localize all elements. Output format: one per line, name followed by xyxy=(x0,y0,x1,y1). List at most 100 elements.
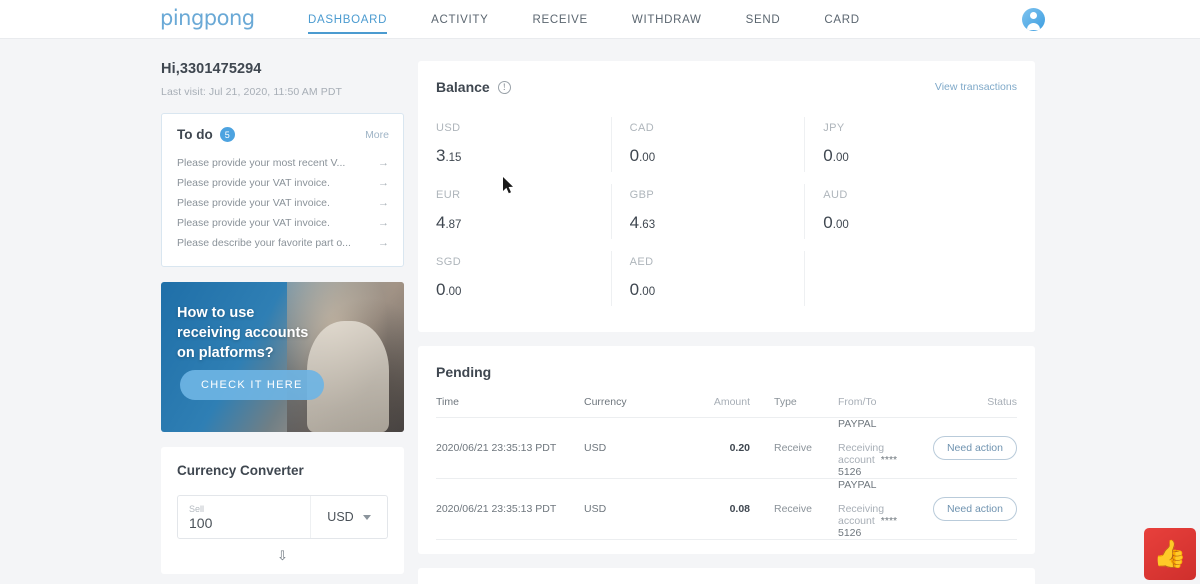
column-header-status: Status xyxy=(987,396,1017,408)
need-action-button[interactable]: Need action xyxy=(932,497,1017,521)
swap-arrows-icon[interactable]: ⇩ xyxy=(177,548,388,564)
todo-item-label: Please provide your VAT invoice. xyxy=(177,217,330,229)
todo-title: To do xyxy=(177,127,213,142)
list-item[interactable]: Please provide your most recent V... → xyxy=(177,153,389,173)
sell-value: 100 xyxy=(189,514,213,531)
dashboard-page: pingpong DASHBOARD ACTIVITY RECEIVE WITH… xyxy=(0,0,1200,584)
cell-currency: USD xyxy=(584,442,607,454)
pending-card: Pending Time Currency Amount Type From/T… xyxy=(418,346,1035,554)
list-item[interactable]: Please provide your VAT invoice. → xyxy=(177,193,389,213)
balance-dec: .63 xyxy=(639,219,656,231)
balance-cell-sgd: SGD 0.00 xyxy=(436,245,630,312)
balance-history-card: Balance history More xyxy=(418,568,1035,584)
pingpong-logo[interactable]: pingpong xyxy=(160,6,255,30)
cell-time: 2020/06/21 23:35:13 PDT xyxy=(436,442,557,454)
balance-int: 0 xyxy=(823,213,833,232)
nav-item-receive[interactable]: RECEIVE xyxy=(533,0,588,39)
promo-line-1: How to use xyxy=(177,305,255,321)
check-it-here-button[interactable]: CHECK IT HERE xyxy=(180,370,324,400)
balance-currency-code: GBP xyxy=(629,189,655,201)
todo-item-label: Please provide your VAT invoice. xyxy=(177,177,330,189)
list-item[interactable]: Please provide your VAT invoice. → xyxy=(177,173,389,193)
promo-banner-text: How to use receiving accounts on platfor… xyxy=(177,304,308,364)
column-header-type: Type xyxy=(774,396,797,408)
pending-card-header: Pending xyxy=(418,346,1035,380)
from-to-account: Receiving account **** 5126 xyxy=(838,503,913,539)
promo-banner[interactable]: How to use receiving accounts on platfor… xyxy=(161,282,404,432)
from-to-account: Receiving account **** 5126 xyxy=(838,442,913,478)
balance-cell-jpy: JPY 0.00 xyxy=(823,111,1017,178)
balance-amount: 0.00 xyxy=(823,213,1017,233)
sell-currency-select[interactable]: USD xyxy=(310,496,387,538)
sell-currency-label: USD xyxy=(327,510,354,524)
todo-list: Please provide your most recent V... → P… xyxy=(177,153,389,253)
converter-sell-row: Sell 100 USD xyxy=(177,495,388,539)
todo-more-link[interactable]: More xyxy=(365,129,389,141)
list-item[interactable]: Please describe your favorite part o... … xyxy=(177,233,389,253)
sell-label: Sell xyxy=(189,503,205,514)
balance-history-header: Balance history More xyxy=(418,568,1035,584)
nav-item-dashboard[interactable]: DASHBOARD xyxy=(308,0,388,39)
balance-currency-code: AED xyxy=(629,256,654,268)
nav-item-send[interactable]: SEND xyxy=(746,0,781,39)
sidebar-column: Hi,3301475294 Last visit: Jul 21, 2020, … xyxy=(161,61,404,574)
todo-item-label: Please provide your VAT invoice. xyxy=(177,197,330,209)
balance-card-header: Balance ! View transactions xyxy=(418,61,1035,95)
column-header-currency: Currency xyxy=(584,396,627,408)
balance-currency-code: JPY xyxy=(823,122,845,134)
todo-card: To do 5 More Please provide your most re… xyxy=(161,113,404,267)
balance-currency-code: USD xyxy=(436,122,461,134)
currency-converter-title: Currency Converter xyxy=(177,463,304,478)
arrow-right-icon: → xyxy=(378,157,389,169)
balance-currency-code: SGD xyxy=(436,256,462,268)
pending-table: Time Currency Amount Type From/To Status… xyxy=(418,380,1035,554)
cell-status: Need action xyxy=(913,436,1017,460)
balance-dec: .00 xyxy=(639,152,656,164)
balance-amount: 0.00 xyxy=(436,280,630,300)
avatar-body-shape xyxy=(1027,23,1040,30)
thumbs-up-icon[interactable]: 👍 xyxy=(1144,528,1196,580)
nav-item-card[interactable]: CARD xyxy=(824,0,859,39)
card-gap xyxy=(418,554,1035,568)
pending-table-header: Time Currency Amount Type From/To Status xyxy=(436,380,1017,418)
cell-time: 2020/06/21 23:35:13 PDT xyxy=(436,503,557,515)
need-action-button[interactable]: Need action xyxy=(932,436,1017,460)
view-transactions-link[interactable]: View transactions xyxy=(935,81,1017,93)
promo-line-2: receiving accounts xyxy=(177,324,309,341)
balance-dec: .15 xyxy=(445,152,462,164)
balance-amount: 0.00 xyxy=(823,146,1017,166)
balance-cell-empty xyxy=(823,245,1017,312)
sell-amount-input[interactable]: Sell 100 xyxy=(178,496,310,538)
nav-item-withdraw[interactable]: WITHDRAW xyxy=(632,0,702,39)
info-icon[interactable]: ! xyxy=(497,80,511,94)
balance-amount: 0.00 xyxy=(630,146,824,166)
todo-item-label: Please provide your most recent V... xyxy=(177,157,346,169)
balance-cell-cad: CAD 0.00 xyxy=(630,111,824,178)
balance-int: 0 xyxy=(823,146,833,165)
column-header-from-to: From/To xyxy=(838,396,877,408)
cell-amount: 0.20 xyxy=(729,442,750,454)
table-row[interactable]: 2020/06/21 23:35:13 PDT USD 0.20 Receive… xyxy=(436,418,1017,479)
balance-currency-code: EUR xyxy=(436,189,461,201)
balance-cell-gbp: GBP 4.63 xyxy=(630,178,824,245)
balance-cell-eur: EUR 4.87 xyxy=(436,178,630,245)
balance-dec: .00 xyxy=(832,152,849,164)
balance-cell-aud: AUD 0.00 xyxy=(823,178,1017,245)
balance-int: 0 xyxy=(629,280,640,299)
cell-type: Receive xyxy=(774,503,812,515)
table-row[interactable]: 2020/06/21 23:35:13 PDT USD 0.08 Receive… xyxy=(436,479,1017,540)
last-visit-text: Last visit: Jul 21, 2020, 11:50 AM PDT xyxy=(161,86,343,98)
balance-dec: .00 xyxy=(445,286,462,298)
nav-item-activity[interactable]: ACTIVITY xyxy=(431,0,488,39)
main-navigation: DASHBOARD ACTIVITY RECEIVE WITHDRAW SEND… xyxy=(308,0,904,39)
balance-title: Balance xyxy=(436,79,490,95)
todo-header: To do 5 More xyxy=(177,127,389,142)
user-avatar-icon[interactable] xyxy=(1022,8,1045,31)
column-header-time: Time xyxy=(436,396,459,408)
from-to-source: PAYPAL xyxy=(838,418,877,430)
main-column: Balance ! View transactions USD 3.15 CAD… xyxy=(418,61,1035,584)
list-item[interactable]: Please provide your VAT invoice. → xyxy=(177,213,389,233)
cell-from-to: PAYPAL Receiving account **** 5126 xyxy=(826,418,913,478)
balance-dec: .00 xyxy=(832,219,849,231)
avatar-head-shape xyxy=(1030,12,1037,19)
